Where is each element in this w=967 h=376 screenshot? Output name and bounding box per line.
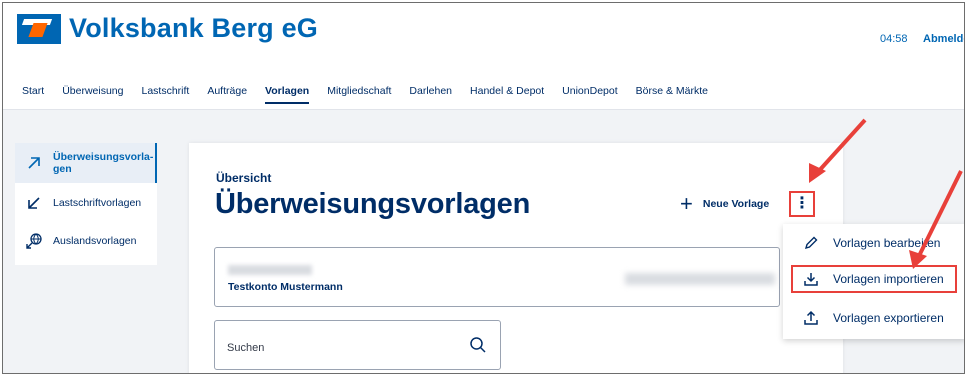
main-nav: Start Überweisung Lastschrift Aufträge V… bbox=[13, 85, 717, 104]
nav-item-boerse-maerkte[interactable]: Börse & Märkte bbox=[627, 85, 717, 97]
new-template-label: Neue Vorlage bbox=[702, 198, 770, 210]
nav-item-handel-depot[interactable]: Handel & Depot bbox=[461, 85, 553, 97]
vr-logo-icon bbox=[17, 13, 61, 44]
page-title: Überweisungsvorlagen bbox=[215, 188, 531, 220]
nav-item-mitgliedschaft[interactable]: Mitgliedschaft bbox=[318, 85, 400, 97]
upload-icon bbox=[801, 308, 821, 328]
plus-icon: + bbox=[680, 191, 693, 216]
arrow-up-right-icon bbox=[25, 154, 43, 172]
logout-link[interactable]: Abmelde bbox=[923, 33, 964, 45]
nav-item-ueberweisung[interactable]: Überweisung bbox=[53, 85, 132, 97]
nav-item-uniondepot[interactable]: UnionDepot bbox=[553, 85, 626, 97]
import-highlight-box bbox=[791, 265, 957, 293]
sidebar: Überweisungsvorla- gen Lastschriftvorlag… bbox=[15, 143, 157, 265]
kebab-menu-icon: ⋮ bbox=[794, 195, 810, 212]
nav-item-auftraege[interactable]: Aufträge bbox=[198, 85, 256, 97]
browser-frame: Volksbank Berg eG 04:58 Abmelde Start Üb… bbox=[2, 2, 965, 374]
sidebar-label-line1: Überweisungsvorla- bbox=[53, 151, 154, 163]
nav-item-lastschrift[interactable]: Lastschrift bbox=[132, 85, 198, 97]
more-options-button[interactable]: ⋮ bbox=[789, 191, 815, 217]
account-selector[interactable]: Testkonto Mustermann bbox=[214, 247, 780, 307]
menu-item-label: Vorlagen exportieren bbox=[833, 311, 944, 325]
globe-arrow-icon bbox=[25, 232, 43, 250]
search-icon[interactable] bbox=[469, 336, 487, 354]
sidebar-item-label: Lastschriftvorlagen bbox=[53, 197, 142, 209]
nav-item-start[interactable]: Start bbox=[13, 85, 53, 97]
sidebar-item-ueberweisungsvorlagen[interactable]: Überweisungsvorla- gen bbox=[15, 143, 157, 183]
templates-dropdown-menu: Vorlagen bearbeiten Vorlagen importieren… bbox=[783, 224, 964, 339]
sidebar-item-lastschriftvorlagen[interactable]: Lastschriftvorlagen bbox=[15, 193, 157, 213]
sidebar-item-label: Auslandsvorlagen bbox=[53, 235, 137, 247]
session-timer: 04:58 bbox=[880, 33, 908, 45]
pencil-icon bbox=[801, 233, 821, 253]
nav-item-vorlagen[interactable]: Vorlagen bbox=[256, 85, 318, 104]
bank-name: Volksbank Berg eG bbox=[69, 13, 318, 43]
sidebar-item-label: Überweisungsvorla- gen bbox=[53, 151, 153, 175]
templates-card: Übersicht Überweisungsvorlagen + Neue Vo… bbox=[189, 143, 843, 373]
sidebar-item-auslandsvorlagen[interactable]: Auslandsvorlagen bbox=[15, 231, 157, 251]
redacted-balance bbox=[625, 273, 775, 285]
account-name: Testkonto Mustermann bbox=[228, 281, 343, 293]
search-placeholder: Suchen bbox=[227, 342, 265, 354]
nav-item-darlehen[interactable]: Darlehen bbox=[400, 85, 461, 97]
arrow-down-left-icon bbox=[25, 194, 43, 212]
menu-item-export-templates[interactable]: Vorlagen exportieren bbox=[783, 303, 964, 333]
menu-item-edit-templates[interactable]: Vorlagen bearbeiten bbox=[783, 228, 964, 258]
new-template-button[interactable]: + Neue Vorlage bbox=[680, 191, 770, 216]
page-kicker: Übersicht bbox=[216, 171, 272, 185]
menu-item-label: Vorlagen bearbeiten bbox=[833, 236, 941, 250]
bank-logo[interactable]: Volksbank Berg eG bbox=[17, 13, 318, 44]
redacted-iban bbox=[228, 265, 312, 275]
search-field[interactable]: Suchen bbox=[214, 320, 501, 370]
sidebar-label-line2: gen bbox=[53, 163, 72, 175]
